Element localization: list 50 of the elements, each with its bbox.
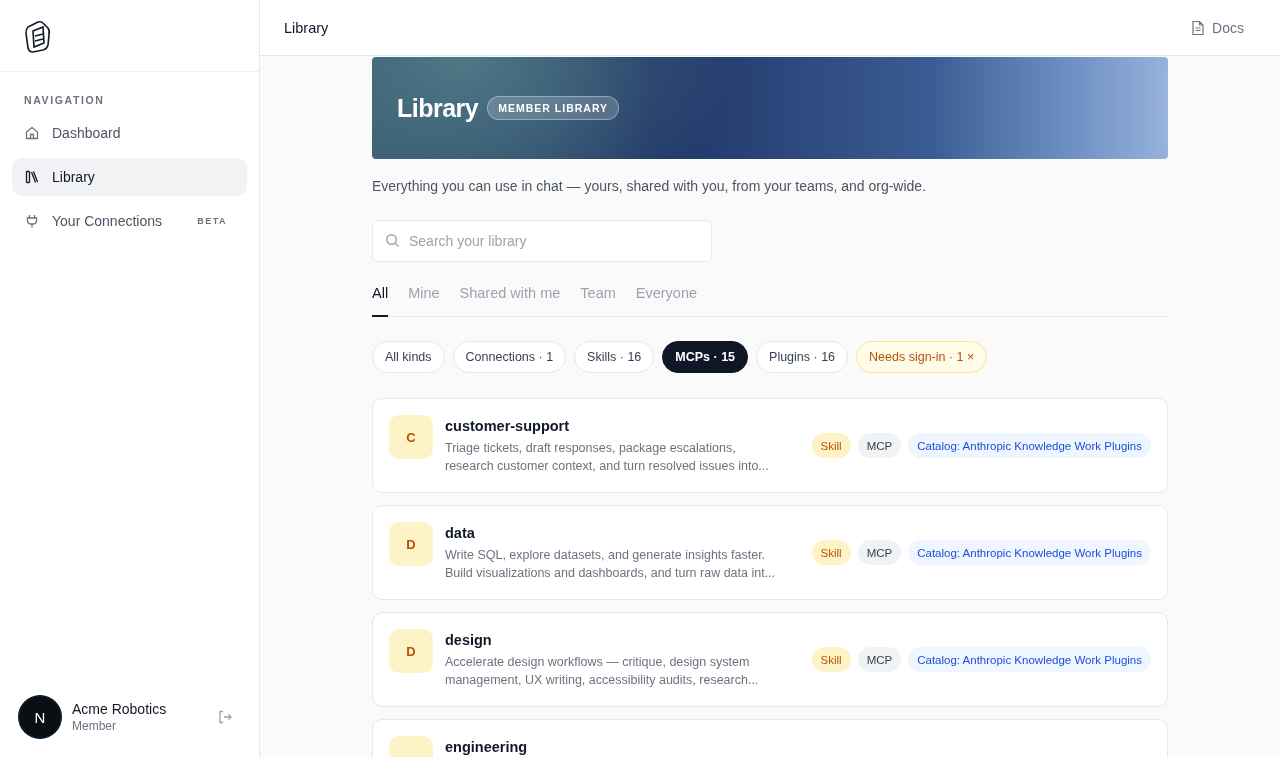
- item-name: engineering: [445, 739, 529, 755]
- item-description: Write SQL, explore datasets, and generate insights faster. Build visualizations and dashboards, and turn raw data int...: [445, 547, 777, 582]
- tag: MCP: [857, 540, 902, 565]
- home-icon: [24, 125, 40, 141]
- initial-avatar: C: [389, 415, 433, 459]
- tag: MCP: [857, 647, 902, 672]
- description-text: Everything you can use in chat — yours, shared with you, from your teams, and org-wide.: [372, 178, 928, 194]
- filter-chip[interactable]: Needs sign-in · 1 ×: [856, 341, 988, 373]
- document-icon: [1191, 19, 1206, 36]
- tag: Skill: [811, 540, 851, 565]
- library-card[interactable]: engineering: [372, 719, 1168, 757]
- plug-icon: [24, 213, 40, 229]
- account-name: Acme Robotics: [72, 701, 168, 717]
- item-description: Accelerate design workflows — critique, design system management, UX writing, accessibility audits, research...: [445, 654, 760, 689]
- tag: Skill: [811, 433, 851, 458]
- nav-item[interactable]: Your Connections BETA: [12, 202, 247, 240]
- sign-out-icon[interactable]: [217, 709, 233, 725]
- filter-tab[interactable]: All: [372, 282, 389, 317]
- item-name: customer-support: [445, 418, 571, 434]
- filter-chip[interactable]: Skills · 16: [574, 341, 655, 373]
- initial-avatar: D: [389, 629, 433, 673]
- tag: Catalog: Anthropic Knowledge Work Plugins: [908, 540, 1151, 565]
- docs-link[interactable]: Docs: [1191, 19, 1244, 36]
- library-card[interactable]: D data Write SQL, explore datasets, and generate insights faster. Build visualizations and dashboards, and turn raw data int... Skill MCP Catalog: Anthropic Knowledge Work Plugins: [372, 505, 1168, 600]
- filter-chip[interactable]: Plugins · 16: [756, 341, 849, 373]
- filter-chip[interactable]: All kinds: [372, 341, 445, 373]
- filter-chip[interactable]: Connections · 1: [452, 341, 567, 373]
- section-label: NAVIGATION: [23, 93, 106, 108]
- tag: MCP: [857, 433, 902, 458]
- logo-icon: [24, 18, 52, 53]
- nav-item[interactable]: Dashboard: [12, 114, 247, 152]
- filter-chip[interactable]: MCPs · 15: [662, 341, 749, 373]
- nav-item[interactable]: Library: [12, 158, 247, 196]
- search-field[interactable]: Search your library: [372, 220, 712, 262]
- item-name: design: [445, 632, 493, 648]
- tag: Catalog: Anthropic Knowledge Work Plugins: [908, 647, 1151, 672]
- library-card[interactable]: C customer-support Triage tickets, draft responses, package escalations, research customer context, and turn resolved issues into... Skill MCP Catalog: Anthropic Knowledge Work Plugins: [372, 398, 1168, 493]
- library-card[interactable]: D design Accelerate design workflows — critique, design system management, UX writing, accessibility audits, research... Skill MCP Catalog: Anthropic Knowledge Work Plugins: [372, 612, 1168, 707]
- avatar: N: [20, 697, 60, 737]
- initial-avatar: D: [389, 522, 433, 566]
- beta-label: BETA: [197, 216, 227, 226]
- item-description: Triage tickets, draft responses, package escalations, research customer context, and turn resolved issues into...: [445, 440, 770, 475]
- account-role: Member: [72, 719, 117, 733]
- item-name: data: [445, 525, 476, 541]
- books-icon: [24, 169, 40, 185]
- tag: Catalog: Anthropic Knowledge Work Plugins: [908, 433, 1151, 458]
- tag: Skill: [811, 647, 851, 672]
- hero-title: Library: [397, 93, 479, 123]
- page-title: Library: [284, 19, 329, 36]
- library-badge: MEMBER LIBRARY: [487, 96, 620, 120]
